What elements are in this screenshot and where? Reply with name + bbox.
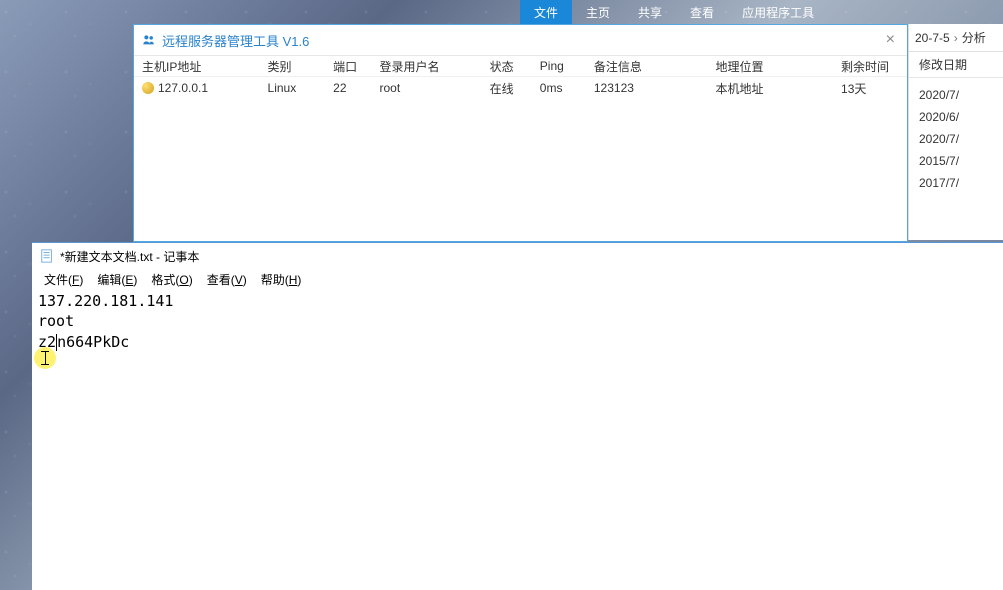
close-icon[interactable]: × [882,31,899,49]
file-date-list: 2020/7/ 2020/6/ 2020/7/ 2015/7/ 2017/7/ [909,78,1003,194]
breadcrumb-segment[interactable]: 分析 [962,29,986,46]
text-line: root [38,311,997,331]
breadcrumb-segment[interactable]: 20-7-5 [915,31,950,45]
col-header-status[interactable]: 状态 [490,58,540,75]
table-row[interactable]: 127.0.0.1 Linux 22 root 在线 0ms 123123 本机… [134,77,907,99]
window-title: 远程服务器管理工具 V1.6 [162,31,309,50]
notepad-icon [40,249,54,263]
cell-port: 22 [333,81,379,95]
breadcrumb[interactable]: 20-7-5 › 分析 [909,24,1003,52]
window-title: *新建文本文档.txt - 记事本 [60,248,199,265]
notepad-window: *新建文本文档.txt - 记事本 文件(F) 编辑(E) 格式(O) 查看(V… [32,242,1003,590]
people-icon [142,33,156,47]
col-header-ping[interactable]: Ping [540,59,594,73]
col-header-type[interactable]: 类别 [268,58,334,75]
col-header-geo[interactable]: 地理位置 [716,58,842,75]
col-header-ip[interactable]: 主机IP地址 [142,58,268,75]
menu-file[interactable]: 文件(F) [38,270,89,289]
explorer-fragment: 20-7-5 › 分析 修改日期 2020/7/ 2020/6/ 2020/7/… [908,24,1003,240]
cell-type: Linux [268,81,334,95]
col-header-note[interactable]: 备注信息 [594,58,716,75]
menu-help[interactable]: 帮助(H) [255,270,308,289]
menubar: 文件(F) 编辑(E) 格式(O) 查看(V) 帮助(H) [32,269,1003,289]
text-line: z2n664PkDc [38,332,129,352]
cell-status: 在线 [490,80,540,97]
ibeam-cursor-icon [41,351,49,365]
cell-ping: 0ms [540,81,594,95]
globe-icon [142,82,154,94]
ribbon-tab-home[interactable]: 主页 [572,0,624,24]
ribbon-tab-file[interactable]: 文件 [520,0,572,24]
list-item[interactable]: 2020/7/ [919,84,1003,106]
ribbon-tab-share[interactable]: 共享 [624,0,676,24]
column-header-modified-date[interactable]: 修改日期 [909,52,1003,78]
col-header-remain[interactable]: 剩余时间 [841,58,899,75]
menu-view[interactable]: 查看(V) [201,270,253,289]
list-item[interactable]: 2017/7/ [919,172,1003,194]
explorer-ribbon-tabs: 文件 主页 共享 查看 应用程序工具 [520,0,828,24]
list-item[interactable]: 2020/7/ [919,128,1003,150]
col-header-port[interactable]: 端口 [333,58,379,75]
server-manager-window: 远程服务器管理工具 V1.6 × 主机IP地址 类别 端口 登录用户名 状态 P… [133,24,908,242]
cell-user: root [380,81,490,95]
cell-remain: 13天 [841,80,899,97]
list-item[interactable]: 2020/6/ [919,106,1003,128]
titlebar[interactable]: 远程服务器管理工具 V1.6 × [134,25,907,55]
titlebar[interactable]: *新建文本文档.txt - 记事本 [32,243,1003,269]
ribbon-tab-apptools[interactable]: 应用程序工具 [728,0,828,24]
table-header-row: 主机IP地址 类别 端口 登录用户名 状态 Ping 备注信息 地理位置 剩余时… [134,55,907,77]
col-header-user[interactable]: 登录用户名 [380,58,490,75]
list-item[interactable]: 2015/7/ [919,150,1003,172]
cell-note: 123123 [594,81,716,95]
text-line: 137.220.181.141 [38,291,997,311]
ribbon-tab-view[interactable]: 查看 [676,0,728,24]
menu-edit[interactable]: 编辑(E) [91,270,143,289]
menu-format[interactable]: 格式(O) [145,270,198,289]
cell-ip: 127.0.0.1 [158,81,208,95]
text-area[interactable]: 137.220.181.141 root z2n664PkDc [32,289,1003,354]
cell-geo: 本机地址 [716,80,842,97]
chevron-right-icon: › [954,31,958,45]
